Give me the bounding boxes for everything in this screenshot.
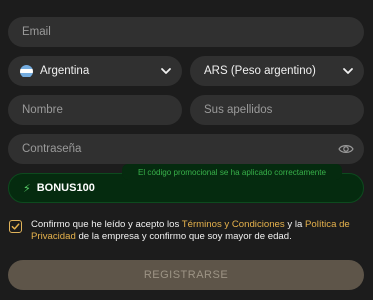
argentina-flag-icon (20, 64, 33, 78)
lightning-icon: ⚡ (23, 182, 31, 195)
chevron-down-icon (161, 68, 171, 74)
promo-code-value: BONUS100 (36, 182, 95, 194)
password-field[interactable]: Contraseña (8, 134, 364, 164)
first-name-field[interactable]: Nombre (8, 95, 182, 125)
terms-text-part: Confirmo que he leído y acepto los (31, 219, 182, 230)
terms-text: Confirmo que he leído y acepto los Térmi… (31, 219, 365, 243)
email-field[interactable]: Email (8, 17, 364, 47)
currency-value: ARS (Peso argentino) (204, 65, 316, 77)
eye-icon[interactable] (338, 142, 354, 156)
last-name-field[interactable]: Sus apellidos (190, 95, 364, 125)
email-placeholder: Email (22, 26, 51, 38)
terms-link[interactable]: Términos y Condiciones (182, 219, 285, 230)
country-value: Argentina (40, 65, 90, 77)
chevron-down-icon (343, 68, 353, 74)
password-placeholder: Contraseña (22, 143, 82, 155)
checkmark-icon (11, 223, 20, 230)
terms-checkbox[interactable] (9, 220, 22, 233)
terms-text-part: y la (284, 219, 305, 230)
register-button[interactable]: REGISTRARSE (8, 260, 364, 290)
currency-select[interactable]: ARS (Peso argentino) (190, 56, 364, 86)
terms-text-part: de la empresa y confirmo que soy mayor d… (75, 231, 292, 242)
last-name-placeholder: Sus apellidos (204, 104, 273, 116)
first-name-placeholder: Nombre (22, 104, 63, 116)
promo-success-message: El código promocional se ha aplicado cor… (122, 164, 342, 180)
country-select[interactable]: Argentina (8, 56, 182, 86)
